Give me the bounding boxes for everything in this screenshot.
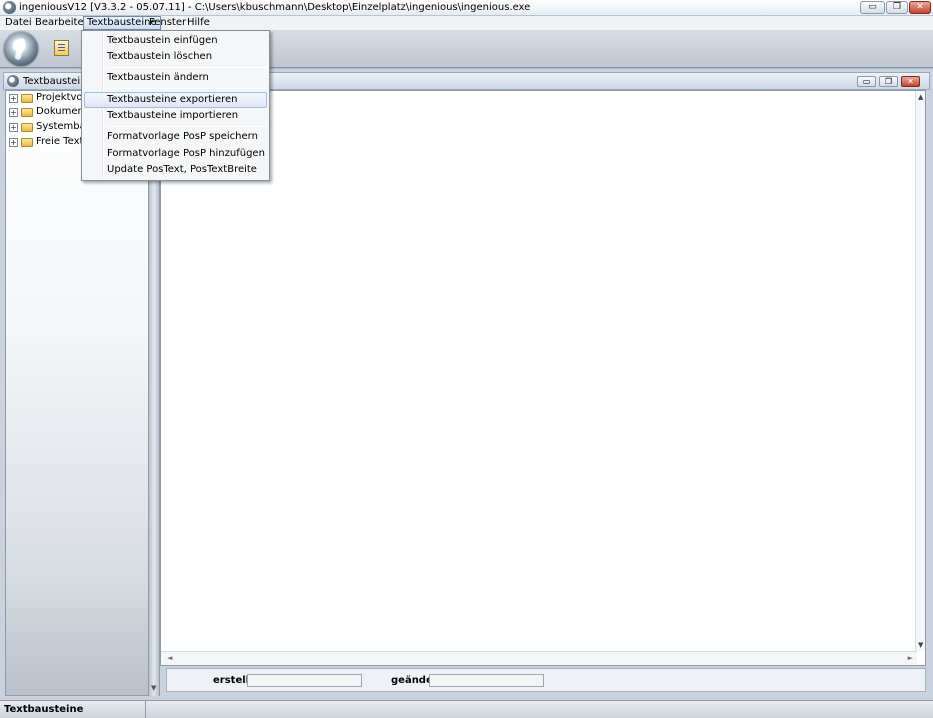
app-titlebar: ingeniousV12 [V3.3.2 - 05.07.11] - C:\Us… [0, 0, 933, 16]
menu-item-textbausteine-importieren[interactable]: Textbausteine importieren [84, 108, 267, 124]
maximize-button[interactable]: ❐ [886, 1, 908, 14]
menu-item-textbausteine-exportieren[interactable]: Textbausteine exportieren [84, 92, 267, 108]
mdi-close-button[interactable]: ✕ [901, 76, 920, 87]
mdi-minimize-button[interactable]: ▭ [857, 76, 876, 87]
vertical-scrollbar[interactable]: ▲ ▼ [915, 91, 925, 651]
document-list-icon[interactable] [54, 40, 69, 56]
folder-icon [21, 93, 33, 103]
scroll-left-arrow-icon[interactable]: ◄ [167, 654, 172, 662]
minimize-button[interactable]: ▭ [860, 1, 885, 14]
folder-icon [21, 137, 33, 147]
status-bar: Textbausteine [0, 700, 933, 718]
app-logo-icon [3, 1, 16, 14]
menu-item-formatvorlage-speichern[interactable]: Formatvorlage PosP speichern [84, 129, 267, 145]
mdi-restore-button[interactable]: ❐ [879, 76, 898, 87]
created-field [247, 674, 362, 687]
menu-separator [106, 67, 267, 68]
folder-icon [21, 122, 33, 132]
text-editor[interactable]: ▲ ▼ ◄ ► [160, 90, 926, 666]
changed-field [429, 674, 544, 687]
textbausteine-menu: Textbaustein einfügen Textbaustein lösch… [81, 30, 270, 181]
scroll-up-arrow-icon[interactable]: ▲ [918, 93, 923, 101]
app-title: ingeniousV12 [V3.3.2 - 05.07.11] - C:\Us… [19, 2, 531, 13]
expand-icon[interactable]: + [9, 107, 18, 117]
expand-icon[interactable]: + [9, 122, 18, 132]
menubar: Datei Bearbeiten Textbausteine Fenster H… [0, 16, 933, 30]
tree-item-freie-texte[interactable]: + Freie Texte [9, 135, 90, 149]
menu-datei[interactable]: Datei [2, 16, 35, 30]
menu-fenster[interactable]: Fenster [146, 16, 189, 30]
expand-icon[interactable]: + [9, 93, 18, 103]
app-logo-button[interactable] [4, 32, 38, 66]
folder-icon [21, 107, 33, 117]
info-bar: erstellt geändert [166, 668, 926, 692]
horizontal-scrollbar[interactable]: ◄ ► [161, 651, 917, 665]
menu-item-formatvorlage-hinzufuegen[interactable]: Formatvorlage PosP hinzufügen [84, 146, 267, 162]
menu-separator [106, 88, 267, 89]
scroll-down-arrow-icon[interactable]: ▼ [918, 641, 923, 649]
close-button[interactable]: ✕ [909, 1, 931, 14]
menu-item-textbaustein-aendern[interactable]: Textbaustein ändern [84, 70, 267, 86]
scroll-right-arrow-icon[interactable]: ► [908, 654, 913, 662]
menu-separator [106, 126, 267, 127]
mdi-logo-icon [7, 75, 19, 87]
menu-item-textbaustein-einfuegen[interactable]: Textbaustein einfügen [84, 33, 267, 49]
expand-icon[interactable]: + [9, 137, 18, 147]
scroll-down-arrow-icon[interactable]: ▼ [151, 684, 156, 692]
menu-hilfe[interactable]: Hilfe [184, 16, 213, 30]
status-text: Textbausteine [0, 701, 146, 718]
menu-item-textbaustein-loeschen[interactable]: Textbaustein löschen [84, 49, 267, 65]
menu-item-update-postext[interactable]: Update PosText, PosTextBreite [84, 162, 267, 178]
